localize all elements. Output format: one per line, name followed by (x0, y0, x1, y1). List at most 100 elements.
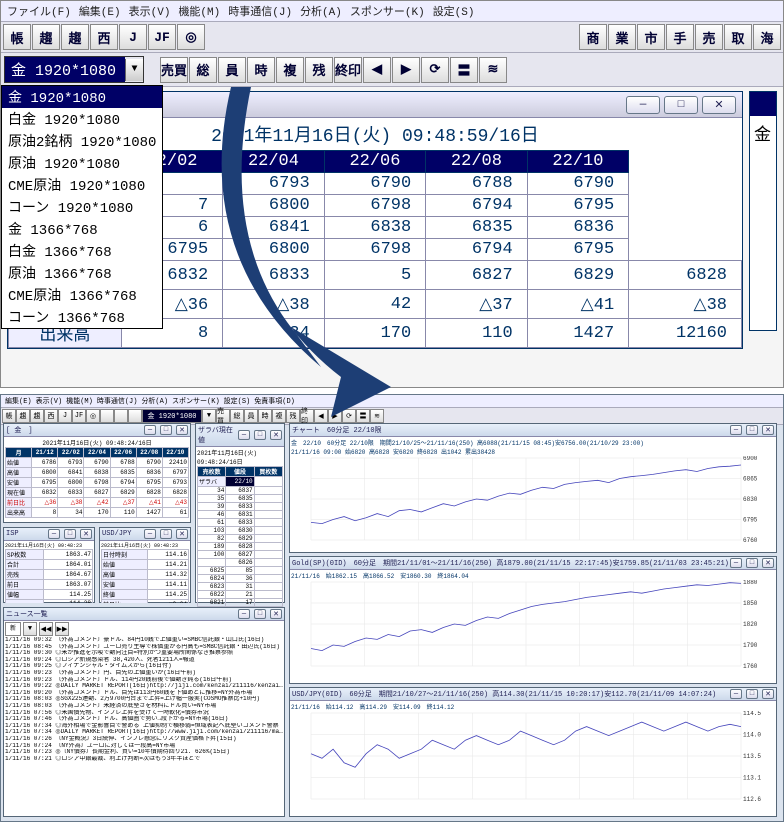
mini-max-btn[interactable]: □ (160, 529, 172, 539)
news-item[interactable]: 1/11/16 07:26 〔NY金概況〕3日続伸、インフレ懸念にリスク資産価格… (5, 736, 283, 743)
toolbar-button[interactable]: J (58, 409, 72, 423)
toolbar-button[interactable]: JF (72, 409, 86, 423)
news-item[interactable]: 1/11/16 07:23 ◎〔NY債券〕長期金利、買い=10年債期待回り21.… (5, 749, 283, 756)
menu-item[interactable]: 編集(E) (79, 3, 121, 19)
toolbar-button[interactable]: 取 (724, 24, 752, 50)
news-item[interactable]: 1/11/16 07:46 〔外為コメント〕ドル、高値圏で勢い→段下がる=NY市… (5, 716, 283, 723)
news-item[interactable]: 1/11/16 08:03 〔外為コメント〕米経済の底堅さを材料にドル買い=NY… (5, 703, 283, 710)
mini-close-btn[interactable]: ✕ (270, 609, 282, 619)
maximize-button[interactable]: □ (664, 96, 698, 114)
news-item[interactable]: 1/11/16 09:23 〔外為コメント〕ドル、114円20銭前後で値動き鈍る… (5, 677, 283, 684)
toolbar-button[interactable]: 趨 (32, 24, 60, 50)
mini-max-btn[interactable]: □ (254, 609, 266, 619)
layout-combo-button[interactable]: ▼ (125, 59, 143, 81)
toolbar-button[interactable]: 帳 (3, 24, 31, 50)
mini-close-btn[interactable]: ✕ (176, 529, 188, 539)
toolbar-button[interactable]: ≋ (479, 57, 507, 83)
dropdown-item[interactable]: CME原油 1366*768 (2, 284, 162, 306)
news-item[interactable]: 1/11/16 09:32 〔外為コメント〕豪ドル、84円10銭で上値重い=SM… (5, 637, 283, 644)
mini-menu-item[interactable]: 時事通信(J) (97, 396, 138, 406)
mini-min-btn[interactable]: — (238, 609, 250, 619)
dropdown-item[interactable]: コーン 1366*768 (2, 306, 162, 328)
news-item[interactable]: 1/11/16 07:24 〔NY外為〕ユーロに対しては一段高=NY市場 (5, 743, 283, 750)
mini-close-btn[interactable]: ✕ (762, 689, 774, 699)
news-item[interactable]: 1/11/16 07:56 ◎米国債先物、インフレ上昇を受けて一時軟化=債券市況 (5, 710, 283, 717)
news-item[interactable]: 1/11/16 09:23 〔外為コメント〕円、目先の上値重いか(16日午前) (5, 670, 283, 677)
toolbar-button[interactable]: ◎ (86, 409, 100, 423)
layout-combo[interactable]: 金 1920*1080 ▼ (4, 56, 144, 83)
mini-min-btn[interactable]: — (238, 430, 250, 440)
mini-min-btn[interactable]: — (730, 689, 742, 699)
news-item[interactable]: 1/11/16 07:34 ◎海外相場で金影響目で警める 上値抑制で横移弱=恒域… (5, 723, 283, 730)
dropdown-item[interactable]: 金 1920*1080 (2, 86, 162, 108)
close-button[interactable]: ✕ (702, 96, 736, 114)
dropdown-item[interactable]: コーン 1920*1080 (2, 196, 162, 218)
news-item[interactable]: 1/11/16 09:24 ◎ロシア新規感染者 38,420人、死者1211人=… (5, 657, 283, 664)
menu-item[interactable]: 分析(A) (300, 3, 342, 19)
mini-min-btn[interactable]: — (144, 425, 156, 435)
menu-item[interactable]: 機能(M) (178, 3, 220, 19)
minimize-button[interactable]: — (626, 96, 660, 114)
toolbar-button[interactable]: 売 (695, 24, 723, 50)
mini-max-btn[interactable]: □ (746, 425, 758, 435)
menu-item[interactable]: スポンサー(K) (350, 3, 425, 19)
toolbar-button[interactable]: JF (148, 24, 176, 50)
layout-dropdown-list[interactable]: 金 1920*1080白金 1920*1080原油2銘柄 1920*1080 原油… (1, 85, 163, 329)
news-filter[interactable]: 新 (5, 622, 21, 636)
mini-menu-item[interactable]: 編集(E) (5, 396, 32, 406)
dropdown-item[interactable]: 白金 1366*768 (2, 240, 162, 262)
mini-max-btn[interactable]: □ (746, 558, 758, 568)
toolbar-button[interactable]: 西 (90, 24, 118, 50)
toolbar-button[interactable]: 〓 (450, 57, 478, 83)
news-item[interactable]: 1/11/16 08:45 〔外為コメント〕ユーロ売り主導で株価重かる円高も=S… (5, 644, 283, 651)
toolbar-button[interactable]: 西 (44, 409, 58, 423)
news-item[interactable]: 1/11/16 09:30 ◎米が推進を示唆で動向注目=特別かつ重要場所関係なき… (5, 650, 283, 657)
toolbar-button[interactable]: 帳 (2, 409, 16, 423)
menu-item[interactable]: 時事通信(J) (228, 3, 292, 19)
dropdown-item[interactable]: 白金 1920*1080 (2, 108, 162, 130)
dropdown-item[interactable]: CME原油 1920*1080 (2, 174, 162, 196)
mini-min-btn[interactable]: — (144, 529, 156, 539)
toolbar-button[interactable] (100, 409, 114, 423)
news-item[interactable]: 1/11/16 09:25 ◎フィナンシャル・タイムズから(16日付) (5, 663, 283, 670)
news-item[interactable]: 1/11/16 07:34 ◎DAILY MARKET REPORT(16日)h… (5, 729, 283, 736)
mini-close-btn[interactable]: ✕ (176, 425, 188, 435)
news-list[interactable]: 1/11/16 09:32 〔外為コメント〕豪ドル、84円10銭で上値重い=SM… (5, 637, 283, 762)
toolbar-button[interactable]: 海 (753, 24, 781, 50)
news-item[interactable]: 1/11/16 08:03 ◎SGX225連動、2万9700円台まで上昇=上げ幅… (5, 696, 283, 703)
toolbar-button[interactable]: 趨 (16, 409, 30, 423)
toolbar-button[interactable]: ◎ (177, 24, 205, 50)
toolbar-button[interactable] (128, 409, 142, 423)
news-item[interactable]: 1/11/16 09:22 ◎DAILY MARKET REPORT(16日)h… (5, 683, 283, 690)
mini-max-btn[interactable]: □ (160, 425, 172, 435)
menu-item[interactable]: 表示(V) (129, 3, 171, 19)
mini-close-btn[interactable]: ✕ (762, 425, 774, 435)
news-filter-btn[interactable]: ▼ (23, 622, 37, 636)
toolbar-button[interactable]: 趨 (30, 409, 44, 423)
mini-max-btn[interactable]: □ (746, 689, 758, 699)
news-prev-btn[interactable]: ◀◀ (39, 622, 53, 636)
mini-close-btn[interactable]: ✕ (80, 529, 92, 539)
toolbar-button[interactable]: 業 (608, 24, 636, 50)
dropdown-item[interactable]: 原油2銘柄 1920*1080 (2, 130, 162, 152)
toolbar-button[interactable]: J (119, 24, 147, 50)
news-item[interactable]: 1/11/16 07:21 ◎ロシア中銀最裁、利上げ判断=次はもう3年半ほどで (5, 756, 283, 763)
news-next-btn[interactable]: ▶▶ (55, 622, 69, 636)
mini-min-btn[interactable]: — (48, 529, 60, 539)
toolbar-button[interactable]: 商 (579, 24, 607, 50)
menu-item[interactable]: ファイル(F) (7, 3, 71, 19)
mini-menu-item[interactable]: 分析(A) (141, 396, 168, 406)
mini-min-btn[interactable]: — (730, 558, 742, 568)
mini-max-btn[interactable]: □ (64, 529, 76, 539)
mini-max-btn[interactable]: □ (254, 430, 266, 440)
dropdown-item[interactable]: 金 1366*768 (2, 218, 162, 240)
toolbar-button[interactable]: 市 (637, 24, 665, 50)
toolbar-button[interactable]: ⟳ (421, 57, 449, 83)
toolbar-button[interactable] (114, 409, 128, 423)
mini-close-btn[interactable]: ✕ (762, 558, 774, 568)
toolbar-button[interactable]: 趨 (61, 24, 89, 50)
news-item[interactable]: 1/11/16 09:20 〔外為コメント〕ドル、目先は113円60銭を下値めど… (5, 690, 283, 697)
mini-menu-item[interactable]: 表示(V) (36, 396, 63, 406)
dropdown-item[interactable]: 原油 1366*768 (2, 262, 162, 284)
toolbar-button[interactable]: 手 (666, 24, 694, 50)
